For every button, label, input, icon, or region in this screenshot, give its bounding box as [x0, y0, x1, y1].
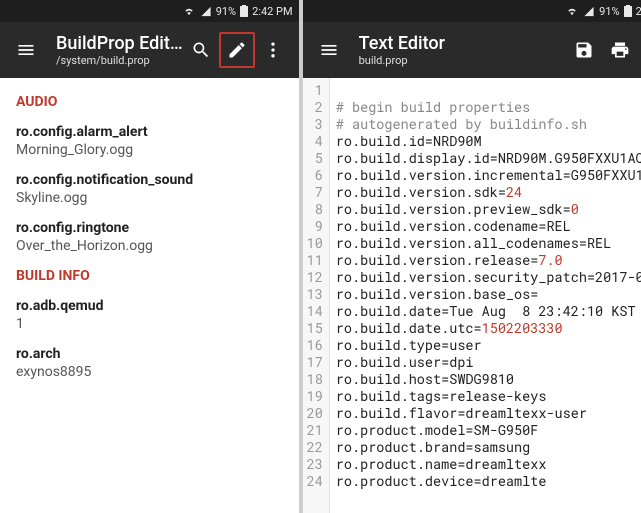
code-line[interactable]: ro.build.user=dpi: [336, 354, 641, 371]
code-line[interactable]: ro.product.name=dreamltexx: [336, 456, 641, 473]
clock-text: 2:42 PM: [636, 5, 641, 18]
property-value: Over_the_Horizon.ogg: [16, 238, 283, 254]
code-line[interactable]: ro.build.version.incremental=G950FXXU1AQ…: [336, 167, 641, 184]
code-line[interactable]: # autogenerated by buildinfo.sh: [336, 116, 641, 133]
property-key: ro.adb.qemud: [16, 298, 283, 314]
code-editor[interactable]: 123456789101112131415161718192021222324 …: [303, 78, 641, 513]
battery-icon: [240, 5, 248, 17]
code-line[interactable]: ro.product.brand=samsung: [336, 439, 641, 456]
code-area[interactable]: # begin build properties# autogenerated …: [330, 78, 641, 513]
code-line[interactable]: ro.build.version.security_patch=2017-08-…: [336, 269, 641, 286]
code-line[interactable]: ro.product.device=dreamlte: [336, 473, 641, 490]
property-item[interactable]: ro.adb.qemud 1: [16, 298, 283, 332]
code-line[interactable]: ro.build.version.all_codenames=REL: [336, 235, 641, 252]
clock-text: 2:42 PM: [252, 5, 292, 18]
code-line[interactable]: ro.build.date=Tue Aug 8 23:42:10 KST 201…: [336, 303, 641, 320]
menu-button[interactable]: [8, 32, 44, 68]
property-key: ro.config.notification_sound: [16, 172, 283, 188]
code-line[interactable]: ro.build.type=user: [336, 337, 641, 354]
battery-percent: 91%: [216, 5, 236, 18]
property-item[interactable]: ro.config.notification_sound Skyline.ogg: [16, 172, 283, 206]
property-item[interactable]: ro.config.alarm_alert Morning_Glory.ogg: [16, 124, 283, 158]
print-button[interactable]: [602, 32, 638, 68]
wifi-icon: [182, 6, 196, 17]
code-line[interactable]: [336, 82, 641, 99]
code-line[interactable]: # begin build properties: [336, 99, 641, 116]
app-title: BuildProp Edit…: [56, 33, 183, 54]
signal-icon: [200, 6, 212, 17]
app-subtitle: build.prop: [359, 54, 566, 67]
battery-icon: [624, 5, 632, 17]
code-line[interactable]: ro.build.flavor=dreamltexx-user: [336, 405, 641, 422]
code-line[interactable]: ro.build.version.preview_sdk=0: [336, 201, 641, 218]
section-header: BUILD INFO: [16, 268, 283, 284]
code-line[interactable]: ro.build.host=SWDG9810: [336, 371, 641, 388]
buildprop-editor-pane: 91% 2:42 PM BuildProp Edit… /system/buil…: [0, 0, 303, 513]
property-item[interactable]: ro.arch exynos8895: [16, 346, 283, 380]
code-line[interactable]: ro.build.version.sdk=24: [336, 184, 641, 201]
code-line[interactable]: ro.build.date.utc=1502203330: [336, 320, 641, 337]
signal-icon: [583, 6, 595, 17]
section-header: AUDIO: [16, 94, 283, 110]
property-list[interactable]: AUDIO ro.config.alarm_alert Morning_Glory.…: [0, 78, 299, 513]
overflow-menu-button[interactable]: [255, 32, 291, 68]
app-bar: Text Editor build.prop: [303, 22, 641, 78]
app-bar: BuildProp Edit… /system/build.prop: [0, 22, 299, 78]
edit-button[interactable]: [219, 32, 255, 68]
line-gutter: 123456789101112131415161718192021222324: [303, 78, 330, 513]
search-button[interactable]: [183, 32, 219, 68]
code-line[interactable]: ro.build.tags=release-keys: [336, 388, 641, 405]
property-value: exynos8895: [16, 364, 283, 380]
code-line[interactable]: ro.build.version.codename=REL: [336, 218, 641, 235]
property-value: Skyline.ogg: [16, 190, 283, 206]
code-line[interactable]: ro.build.version.release=7.0: [336, 252, 641, 269]
app-subtitle: /system/build.prop: [56, 54, 183, 67]
status-bar: 91% 2:42 PM: [0, 0, 299, 22]
code-line[interactable]: ro.product.model=SM-G950F: [336, 422, 641, 439]
battery-percent: 91%: [599, 5, 619, 18]
status-bar: 91% 2:42 PM: [303, 0, 641, 22]
property-key: ro.config.alarm_alert: [16, 124, 283, 140]
code-line[interactable]: ro.build.id=NRD90M: [336, 133, 641, 150]
wifi-icon: [565, 6, 579, 17]
code-line[interactable]: ro.build.version.base_os=: [336, 286, 641, 303]
property-key: ro.config.ringtone: [16, 220, 283, 236]
property-value: 1: [16, 316, 283, 332]
menu-button[interactable]: [311, 32, 347, 68]
property-value: Morning_Glory.ogg: [16, 142, 283, 158]
save-button[interactable]: [566, 32, 602, 68]
code-line[interactable]: ro.build.display.id=NRD90M.G950FXXU1AQH3: [336, 150, 641, 167]
property-key: ro.arch: [16, 346, 283, 362]
app-title: Text Editor: [359, 33, 566, 54]
property-item[interactable]: ro.config.ringtone Over_the_Horizon.ogg: [16, 220, 283, 254]
text-editor-pane: 91% 2:42 PM Text Editor build.prop 12345…: [303, 0, 641, 513]
